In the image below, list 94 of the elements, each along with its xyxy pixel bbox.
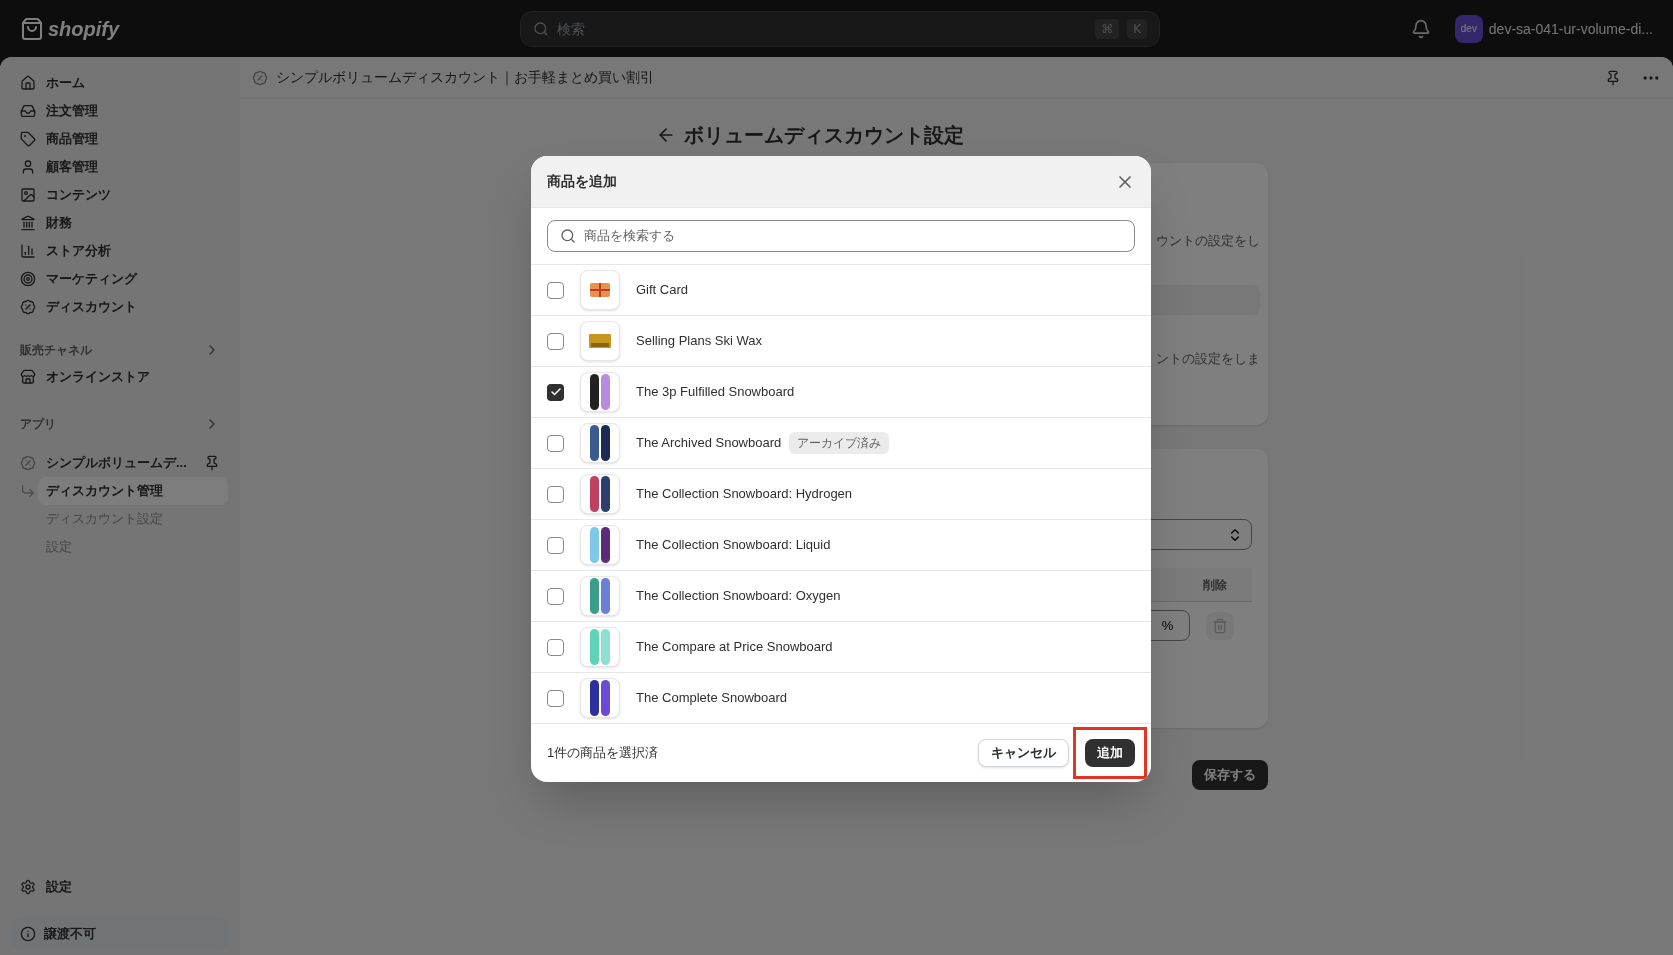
nav-item[interactable]: 顧客管理 — [12, 153, 228, 181]
nav-item[interactable]: マーケティング — [12, 265, 228, 293]
selection-count: 1件の商品を選択済 — [547, 744, 660, 763]
checkbox[interactable] — [547, 536, 564, 554]
logo-text: shopify — [48, 16, 120, 42]
modal-title: 商品を追加 — [547, 172, 617, 191]
bell-icon[interactable] — [1410, 18, 1431, 39]
checkbox[interactable] — [547, 689, 564, 707]
product-row[interactable]: The Collection Snowboard: Liquid — [531, 520, 1151, 571]
product-row[interactable]: The Complete Snowboard — [531, 673, 1151, 724]
delete-button[interactable] — [1205, 611, 1234, 640]
search-placeholder: 検索 — [557, 19, 586, 39]
nav-item[interactable]: ホーム — [12, 69, 228, 97]
product-name: The Collection Snowboard: Hydrogen — [636, 485, 853, 504]
checkbox[interactable] — [547, 587, 564, 605]
product-name: Selling Plans Ski Wax — [636, 332, 762, 351]
product-name: Gift Card — [636, 281, 688, 300]
card-text: ウントの設定をし — [1155, 232, 1260, 250]
section-label: 販売チャネル — [20, 342, 92, 359]
info-icon — [20, 926, 36, 942]
product-row[interactable]: Gift Card — [531, 265, 1151, 316]
checkbox[interactable] — [547, 485, 564, 503]
column-header: 削除 — [1202, 576, 1227, 594]
nav-item[interactable]: シンプルボリュームデ... — [46, 453, 194, 473]
trash-icon — [1211, 617, 1228, 634]
checkbox[interactable] — [547, 332, 564, 350]
snowboard-icon — [589, 374, 611, 410]
nav-icon — [20, 187, 36, 203]
checkbox[interactable] — [547, 383, 564, 401]
product-name: The 3p Fulfilled Snowboard — [636, 383, 795, 402]
shopping-bag-icon — [20, 16, 44, 41]
save-button[interactable]: 保存する — [1191, 760, 1268, 790]
search-field[interactable]: 商品を検索する — [547, 220, 1135, 252]
nav-item[interactable]: コンテンツ — [12, 181, 228, 209]
checkbox[interactable] — [547, 638, 564, 656]
nav-icon — [20, 299, 36, 315]
snowboard-icon — [589, 527, 611, 563]
page-title: ボリュームディスカウント設定 — [683, 123, 964, 148]
nav-icon — [20, 215, 36, 231]
checkbox[interactable] — [547, 434, 564, 452]
nav-icon — [20, 271, 36, 287]
shortcut-key: ⌘ — [1095, 18, 1120, 39]
snowboard-icon — [589, 629, 611, 665]
nav-item[interactable]: ディスカウント — [12, 293, 228, 321]
snowboard-icon — [589, 578, 611, 614]
nav-item[interactable]: ストア分析 — [12, 237, 228, 265]
nav-item[interactable]: オンラインストア — [12, 363, 228, 391]
product-row[interactable]: The Compare at Price Snowboard — [531, 622, 1151, 673]
nav-icon — [20, 103, 36, 119]
product-name: The Complete Snowboard — [636, 689, 788, 708]
app-title: シンプルボリュームディスカウント｜お手軽まとめ買い割引 — [276, 68, 655, 88]
product-row[interactable]: The Collection Snowboard: Oxygen — [531, 571, 1151, 622]
nav-icon — [20, 131, 36, 147]
store-icon — [20, 369, 36, 385]
cancel-button[interactable]: キャンセル — [978, 739, 1069, 767]
sub-nav-item[interactable]: ディスカウント管理 — [38, 477, 228, 505]
product-row[interactable]: The Archived Snowboard アーカイブ済み — [531, 418, 1151, 469]
product-row[interactable]: The Collection Snowboard: Hydrogen — [531, 469, 1151, 520]
product-name: The Archived Snowboard — [636, 434, 782, 453]
product-row[interactable]: Selling Plans Ski Wax — [531, 316, 1151, 367]
product-name: The Compare at Price Snowboard — [636, 638, 833, 657]
tree-connector-icon — [20, 483, 36, 499]
snowboard-icon — [589, 425, 611, 461]
snowboard-icon — [589, 680, 611, 716]
search-placeholder: 商品を検索する — [584, 227, 675, 246]
product-name: The Collection Snowboard: Oxygen — [636, 587, 841, 606]
checkbox[interactable] — [547, 281, 564, 299]
check-icon — [549, 386, 562, 398]
status-banner[interactable]: 譲渡不可 — [12, 917, 228, 951]
product-row[interactable]: The 3p Fulfilled Snowboard — [531, 367, 1151, 418]
nav-icon — [20, 243, 36, 259]
section-label: アプリ — [20, 416, 56, 433]
nav-item[interactable]: 財務 — [12, 209, 228, 237]
gift-card-icon — [590, 283, 610, 297]
settings-icon — [20, 879, 36, 895]
nav-item[interactable]: 注文管理 — [12, 97, 228, 125]
search-icon — [560, 228, 576, 244]
pin-icon[interactable] — [204, 455, 220, 471]
nav-icon — [20, 75, 36, 91]
nav-item[interactable]: 設定 — [12, 873, 228, 901]
snowboard-icon — [589, 476, 611, 512]
store-name[interactable]: dev-sa-041-ur-volume-di... — [1488, 18, 1653, 39]
nav-item[interactable]: 商品管理 — [12, 125, 228, 153]
avatar[interactable]: dev — [1454, 14, 1483, 43]
app-icon — [20, 455, 36, 471]
pin-icon[interactable] — [1605, 69, 1621, 86]
search-icon — [533, 20, 549, 37]
wax-block-icon — [589, 334, 611, 348]
card-text: ントの設定をしま — [1155, 349, 1260, 368]
status-badge: アーカイブ済み — [789, 432, 890, 454]
add-button[interactable]: 追加 — [1085, 739, 1135, 767]
product-name: The Collection Snowboard: Liquid — [636, 536, 831, 555]
app-icon — [252, 69, 268, 86]
nav-icon — [20, 159, 36, 175]
